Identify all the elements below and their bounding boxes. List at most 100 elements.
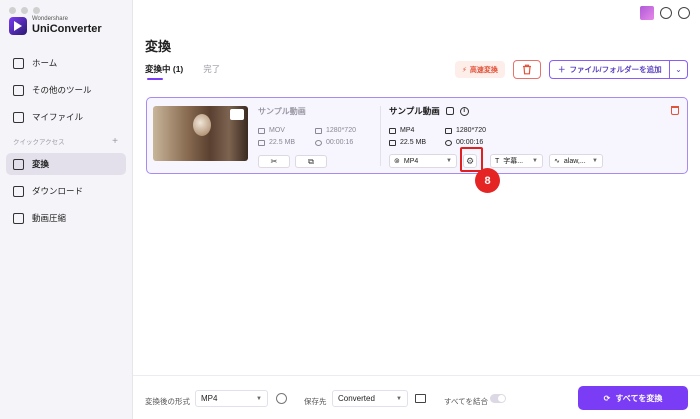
trash-icon [523, 64, 531, 75]
toolbox-icon [13, 84, 24, 96]
target-header: サンプル動画 i [389, 105, 469, 117]
format-settings-icon[interactable] [276, 393, 287, 404]
support-headset-icon[interactable] [678, 7, 690, 19]
sidebar-item-home[interactable]: ホーム [6, 52, 126, 74]
resolution-icon [445, 127, 452, 134]
source-file-name: サンプル動画 [258, 107, 306, 116]
brand-company: Wondershare [32, 16, 68, 22]
folder-icon[interactable] [415, 394, 426, 403]
convert-all-label: すべてを変換 [615, 393, 663, 403]
sidebar-item-label: その他のツール [32, 85, 92, 95]
sidebar-item-label: 変換 [32, 159, 50, 169]
add-files-dropdown[interactable]: ⌄ [670, 60, 688, 79]
clapperboard-icon [230, 109, 244, 120]
sidebar-item-my-files[interactable]: マイファイル [6, 106, 126, 128]
resolution-icon [315, 127, 322, 134]
target-file-name: サンプル動画 [389, 106, 440, 116]
page-title: 変換 [145, 39, 172, 54]
output-format-label: 変換後の形式 [145, 397, 190, 406]
audio-select[interactable]: ∿ alaw,... ▼ [549, 154, 603, 168]
footer-bar: 変換後の形式 MP4 ▼ 保存先 Converted ▼ すべてを結合 ⟳ すべ… [133, 375, 700, 419]
crop-icon: ⧉ [308, 156, 314, 166]
convert-all-button[interactable]: ⟳ すべてを変換 [578, 386, 688, 410]
message-icon[interactable] [660, 7, 672, 19]
sidebar-item-download[interactable]: ダウンロード [6, 180, 126, 202]
info-icon[interactable]: i [459, 106, 469, 116]
delete-file-icon[interactable] [671, 106, 679, 115]
merge-all-toggle[interactable] [490, 394, 506, 403]
sidebar-item-convert[interactable]: 変換 [6, 153, 126, 175]
fast-convert-button[interactable]: ⚡ 高速変換 [455, 61, 505, 78]
sidebar-item-label: ダウンロード [32, 186, 84, 196]
chevron-down-icon: ▼ [396, 395, 402, 402]
video-icon [258, 127, 265, 134]
add-quick-access-button[interactable]: + [112, 136, 118, 147]
step-number-badge: 8 [475, 168, 500, 193]
tab-converting[interactable]: 変換中 (1) [145, 63, 183, 80]
plus-icon: ＋ [558, 65, 566, 74]
crop-button[interactable]: ⧉ [295, 155, 327, 168]
clock-icon [445, 139, 452, 146]
tab-finished[interactable]: 完了 [203, 63, 220, 75]
home-icon [13, 57, 24, 69]
save-location-select[interactable]: Converted ▼ [332, 390, 408, 407]
file-icon [13, 111, 24, 123]
sidebar-item-tools[interactable]: その他のツール [6, 79, 126, 101]
target-resolution: 1280*720 [445, 127, 486, 134]
chevron-down-icon: ▼ [592, 158, 598, 164]
target-size: 22.5 MB [389, 139, 426, 146]
chevron-down-icon: ▼ [256, 395, 262, 402]
folder-icon [389, 139, 396, 146]
audio-wave-icon: ∿ [554, 158, 560, 165]
window-controls [9, 7, 40, 14]
add-files-button[interactable]: ＋ ファイル/フォルダーを追加 [549, 60, 670, 79]
subtitle-select[interactable]: T 字幕... ▼ [490, 154, 543, 168]
trim-button[interactable]: ✂ [258, 155, 290, 168]
sidebar-item-label: ホーム [32, 58, 58, 68]
delete-all-button[interactable] [513, 60, 541, 79]
settings-highlight-box [460, 147, 483, 172]
uniconverter-logo-icon [9, 16, 27, 35]
convert-tabs: 変換中 (1) 完了 [145, 63, 220, 80]
sidebar-item-label: マイファイル [32, 112, 84, 122]
source-resolution: 1280*720 [315, 127, 356, 134]
fast-convert-label: 高速変換 [469, 66, 498, 74]
app-brand: Wondershare UniConverter [9, 16, 102, 35]
download-icon [13, 185, 24, 197]
text-icon: T [495, 157, 500, 165]
chevron-down-icon: ▼ [446, 158, 452, 164]
target-duration: 00:00:16 [445, 139, 483, 146]
lightning-icon: ⚡ [462, 66, 467, 74]
chevron-down-icon: ⌄ [675, 65, 682, 74]
convert-icon: ⟳ [603, 393, 611, 403]
source-duration: 00:00:16 [315, 139, 353, 146]
compress-icon [13, 212, 24, 224]
add-files-label: ファイル/フォルダーを追加 [569, 65, 662, 74]
sidebar-nav: ホーム その他のツール マイファイル クイックアクセス + 変換 ダウンロード … [6, 52, 126, 234]
card-divider [380, 106, 381, 166]
merge-all-label: すべてを結合 [444, 397, 489, 406]
source-size: 22.5 MB [258, 139, 295, 146]
clock-icon [315, 139, 322, 146]
edit-icon[interactable] [445, 107, 454, 115]
sidebar: Wondershare UniConverter ホーム その他のツール マイフ… [0, 0, 133, 419]
close-window-button[interactable] [9, 7, 16, 14]
zoom-window-button[interactable] [33, 7, 40, 14]
format-settings-icon: ⊚ [394, 158, 400, 165]
convert-icon [13, 158, 24, 170]
video-thumbnail[interactable] [153, 106, 248, 161]
file-card[interactable]: サンプル動画 MOV 1280*720 22.5 MB 00:00:16 ✂ ⧉… [146, 97, 688, 174]
quick-access-label: クイックアクセス [13, 139, 65, 146]
output-format-footer-select[interactable]: MP4 ▼ [195, 390, 268, 407]
quick-access-section: クイックアクセス + [6, 133, 126, 149]
sidebar-item-label: 動画圧縮 [32, 213, 67, 223]
save-location-label: 保存先 [304, 397, 327, 406]
output-format-select[interactable]: ⊚ MP4 ▼ [389, 154, 457, 168]
brand-product: UniConverter [32, 23, 102, 35]
sidebar-item-compress[interactable]: 動画圧縮 [6, 207, 126, 229]
avatar[interactable] [640, 6, 654, 20]
source-format: MOV [258, 127, 285, 134]
chevron-down-icon: ▼ [532, 158, 538, 164]
minimize-window-button[interactable] [21, 7, 28, 14]
scissors-icon: ✂ [270, 157, 278, 166]
